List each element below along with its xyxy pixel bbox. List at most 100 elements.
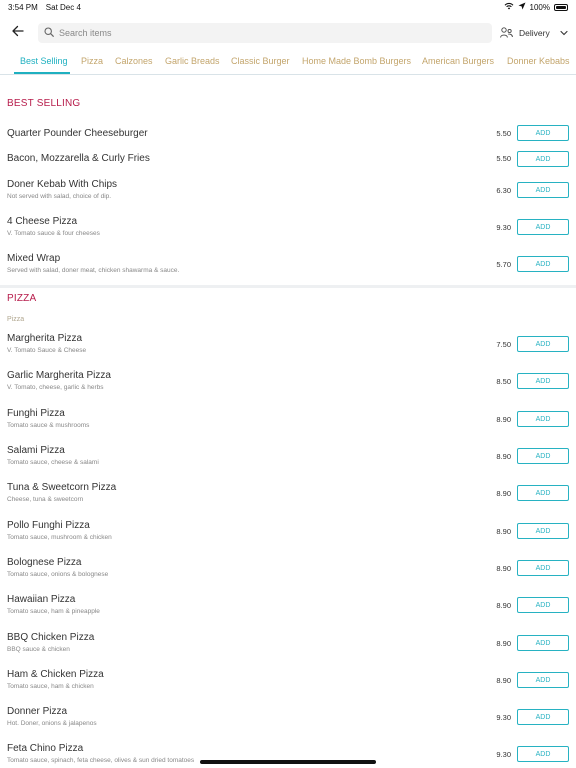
- add-button[interactable]: ADD: [517, 256, 569, 272]
- menu-item: Ham & Chicken Pizza Tomato sauce, ham & …: [0, 669, 576, 705]
- item-name: Hawaiian Pizza: [7, 594, 76, 605]
- add-button[interactable]: ADD: [517, 672, 569, 688]
- wifi-icon: [504, 2, 514, 12]
- item-description: Tomato sauce, mushroom & chicken: [7, 534, 112, 541]
- tab-classic-burger[interactable]: Classic Burger: [231, 56, 290, 66]
- chevron-down-icon: [560, 28, 568, 38]
- home-indicator[interactable]: [200, 760, 376, 764]
- item-name: Pollo Funghi Pizza: [7, 520, 90, 531]
- item-description: Tomato sauce, spinach, feta cheese, oliv…: [7, 757, 195, 764]
- add-button[interactable]: ADD: [517, 448, 569, 464]
- item-description: V. Tomato sauce & four cheeses: [7, 230, 100, 237]
- menu-item: Hawaiian Pizza Tomato sauce, ham & pinea…: [0, 594, 576, 630]
- delivery-selector[interactable]: Delivery: [496, 23, 570, 43]
- add-button[interactable]: ADD: [517, 523, 569, 539]
- menu-item: 4 Cheese Pizza V. Tomato sauce & four ch…: [0, 216, 576, 252]
- add-button[interactable]: ADD: [517, 373, 569, 389]
- menu-item: Salami Pizza Tomato sauce, cheese & sala…: [0, 445, 576, 481]
- item-name: 4 Cheese Pizza: [7, 216, 78, 227]
- tab-pizza[interactable]: Pizza: [81, 56, 103, 66]
- item-name: Feta Chino Pizza: [7, 743, 84, 754]
- item-description: Cheese, tuna & sweetcorn: [7, 496, 84, 503]
- tab-donner-kebabs[interactable]: Donner Kebabs: [507, 56, 570, 66]
- item-price: 8.90: [496, 452, 511, 461]
- add-button[interactable]: ADD: [517, 635, 569, 651]
- item-description: Hot. Doner, onions & jalapenos: [7, 720, 97, 727]
- delivery-person-icon: [500, 26, 513, 40]
- item-name: Margherita Pizza: [7, 333, 83, 344]
- search-icon: [44, 24, 54, 42]
- tab-home-made-bomb-burgers[interactable]: Home Made Bomb Burgers: [302, 56, 411, 66]
- item-price: 8.90: [496, 601, 511, 610]
- search-bar: [38, 23, 492, 43]
- item-price: 5.50: [496, 154, 511, 163]
- tab-garlic-breads[interactable]: Garlic Breads: [165, 56, 220, 66]
- item-price: 8.90: [496, 639, 511, 648]
- item-description: Tomato sauce, ham & chicken: [7, 683, 94, 690]
- item-price: 5.70: [496, 260, 511, 269]
- item-description: V. Tomato Sauce & Cheese: [7, 347, 87, 354]
- status-date: Sat Dec 4: [45, 3, 81, 12]
- top-bar: Delivery: [0, 22, 576, 44]
- item-price: 5.50: [496, 129, 511, 138]
- add-button[interactable]: ADD: [517, 182, 569, 198]
- add-button[interactable]: ADD: [517, 597, 569, 613]
- tab-calzones[interactable]: Calzones: [115, 56, 153, 66]
- item-price: 8.50: [496, 377, 511, 386]
- section-title-pizza: PIZZA: [7, 293, 37, 304]
- menu-item: Tuna & Sweetcorn Pizza Cheese, tuna & sw…: [0, 482, 576, 518]
- status-bar: 3:54 PM Sat Dec 4 100%: [0, 0, 576, 14]
- menu-item: Feta Chino Pizza Tomato sauce, spinach, …: [0, 743, 576, 768]
- section-title-best-selling: BEST SELLING: [7, 98, 81, 109]
- item-name: Doner Kebab With Chips: [7, 179, 118, 190]
- add-button[interactable]: ADD: [517, 746, 569, 762]
- menu-item: Funghi Pizza Tomato sauce & mushrooms 8.…: [0, 408, 576, 444]
- add-button[interactable]: ADD: [517, 336, 569, 352]
- add-button[interactable]: ADD: [517, 411, 569, 427]
- item-price: 9.30: [496, 223, 511, 232]
- add-button[interactable]: ADD: [517, 151, 569, 167]
- battery-percent: 100%: [529, 2, 550, 12]
- item-price: 7.50: [496, 340, 511, 349]
- add-button[interactable]: ADD: [517, 560, 569, 576]
- section-divider: [0, 285, 576, 288]
- item-price: 9.30: [496, 750, 511, 759]
- item-name: Bacon, Mozzarella & Curly Fries: [7, 153, 150, 164]
- item-description: V. Tomato, cheese, garlic & herbs: [7, 384, 104, 391]
- menu-item: Pollo Funghi Pizza Tomato sauce, mushroo…: [0, 520, 576, 556]
- add-button[interactable]: ADD: [517, 485, 569, 501]
- add-button[interactable]: ADD: [517, 125, 569, 141]
- item-name: Tuna & Sweetcorn Pizza: [7, 482, 117, 493]
- item-description: Served with salad, doner meat, chicken s…: [7, 267, 180, 274]
- menu-item: Margherita Pizza V. Tomato Sauce & Chees…: [0, 333, 576, 369]
- status-time: 3:54 PM: [8, 3, 38, 12]
- menu-item: BBQ Chicken Pizza BBQ sauce & chicken 8.…: [0, 632, 576, 668]
- menu-item: Garlic Margherita Pizza V. Tomato, chees…: [0, 370, 576, 406]
- item-name: Salami Pizza: [7, 445, 65, 456]
- search-input[interactable]: [59, 28, 479, 38]
- item-price: 8.90: [496, 676, 511, 685]
- arrow-left-icon: [12, 24, 24, 42]
- menu-item: Donner Pizza Hot. Doner, onions & jalape…: [0, 706, 576, 742]
- menu-item: Doner Kebab With Chips Not served with s…: [0, 179, 576, 215]
- item-price: 8.90: [496, 527, 511, 536]
- item-name: Funghi Pizza: [7, 408, 65, 419]
- section-subtitle-pizza: Pizza: [7, 316, 25, 323]
- tab-best-selling[interactable]: Best Selling: [20, 56, 68, 66]
- item-name: Quarter Pounder Cheeseburger: [7, 128, 148, 139]
- item-price: 8.90: [496, 564, 511, 573]
- location-icon: [518, 2, 526, 12]
- item-price: 9.30: [496, 713, 511, 722]
- item-description: Not served with salad, choice of dip.: [7, 193, 112, 200]
- menu-item: Mixed Wrap Served with salad, doner meat…: [0, 253, 576, 289]
- item-name: BBQ Chicken Pizza: [7, 632, 95, 643]
- battery-icon: [554, 3, 568, 11]
- menu-list: BEST SELLING Quarter Pounder Cheeseburge…: [0, 76, 576, 768]
- add-button[interactable]: ADD: [517, 709, 569, 725]
- item-description: BBQ sauce & chicken: [7, 646, 70, 653]
- add-button[interactable]: ADD: [517, 219, 569, 235]
- back-button[interactable]: [8, 23, 28, 43]
- active-tab-indicator: [14, 72, 70, 74]
- item-name: Ham & Chicken Pizza: [7, 669, 104, 680]
- tab-american-burgers[interactable]: American Burgers: [422, 56, 494, 66]
